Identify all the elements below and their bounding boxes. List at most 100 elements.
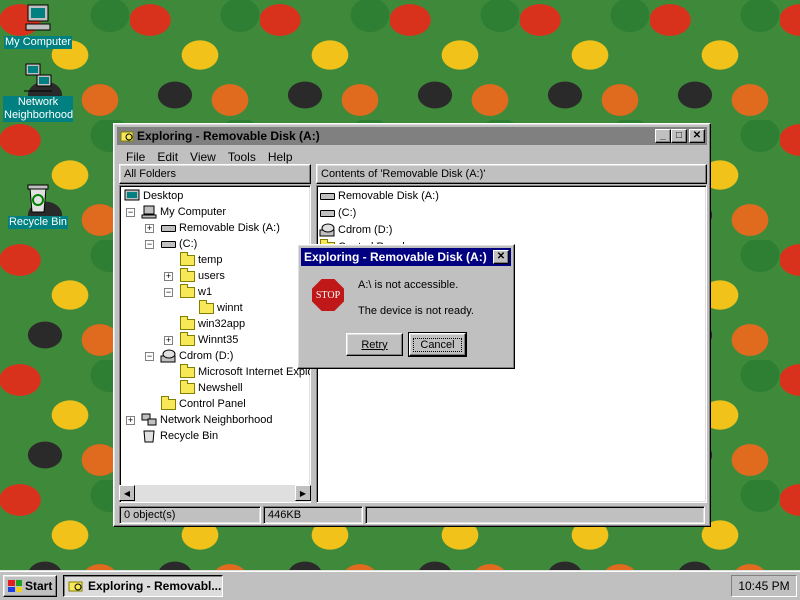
explorer-title-bar[interactable]: Exploring - Removable Disk (A:) [117,127,707,145]
desktop-icon-network-neighborhood[interactable]: Network Neighborhood [0,62,76,122]
tree-item-network[interactable]: Network Neighborhood [141,412,273,428]
close-icon[interactable]: ✕ [493,250,509,264]
tree-item-winnt[interactable]: winnt [198,299,243,316]
explorer-title: Exploring - Removable Disk (A:) [137,129,320,143]
status-object-count: 0 object(s) [119,506,261,524]
folder-icon [179,251,195,268]
desktop: My Computer Network Neighborhood Recycle… [0,0,800,570]
tree-item-label: w1 [198,286,213,298]
dialog-detail: The device is not ready. [358,305,474,317]
tree-item-label: Microsoft Internet Explo [198,366,311,378]
tree-item-label: My Computer [160,206,227,218]
tree-item-label: Recycle Bin [160,430,219,442]
taskbar-item-explorer[interactable]: Exploring - Removabl... [63,575,223,597]
content-item[interactable]: (C:) [319,205,356,221]
tree-item-control-panel[interactable]: Control Panel [160,395,246,412]
folder-tree[interactable]: Desktop − My Computer + Removable Disk (… [119,185,311,503]
maximize-icon[interactable]: □ [671,129,687,143]
dialog-message: A:\ is not accessible. [358,279,459,291]
tree-item-my-computer[interactable]: My Computer [141,204,226,220]
folder-icon [179,379,195,396]
desktop-icon-label: Network Neighborhood [3,96,74,122]
cdrom-icon [160,348,176,364]
explorer-app-icon [120,129,134,143]
computer-icon [141,204,157,220]
tree-item-cdrom[interactable]: Cdrom (D:) [160,348,233,364]
tree-item-desktop[interactable]: Desktop [124,188,183,204]
tree-item-label: Desktop [143,190,184,202]
control-panel-icon [160,395,176,412]
desktop-icon [124,188,140,204]
status-empty [365,506,705,524]
desktop-icon-recycle-bin[interactable]: Recycle Bin [0,182,76,229]
tree-item-label: temp [198,254,223,266]
computer-icon [22,2,54,34]
dialog-title-bar[interactable]: Exploring - Removable Disk (A:) [301,248,511,266]
cancel-button-label: Cancel [413,337,462,352]
network-icon [22,62,54,94]
window-controls: _ □ ✕ [655,129,705,143]
collapse-icon[interactable]: − [145,352,154,361]
hard-drive-icon [319,205,335,221]
tree-item-win32app[interactable]: win32app [179,315,246,332]
tree-item-label: win32app [198,318,246,330]
tree-item-recycle-bin[interactable]: Recycle Bin [141,428,218,444]
content-item-label: Removable Disk (A:) [338,190,439,202]
contents-label: Contents of 'Removable Disk (A:)' [321,168,486,180]
folder-icon [179,315,195,332]
folder-icon [179,363,195,380]
windows-logo-icon [8,580,22,592]
start-button[interactable]: Start [3,575,57,597]
expand-icon[interactable]: + [164,272,173,281]
minimize-icon[interactable]: _ [655,129,671,143]
tree-item-ie-folder[interactable]: Microsoft Internet Explo [179,363,311,380]
tree-item-label: Newshell [198,382,243,394]
start-label: Start [25,579,53,593]
tree-item-c-drive[interactable]: (C:) [160,236,197,252]
scroll-left-icon[interactable]: ◀ [119,485,135,501]
tree-horizontal-scrollbar[interactable]: ◀ ▶ [119,485,311,501]
collapse-icon[interactable]: − [164,288,173,297]
status-bar: 0 object(s) 446KB [119,506,705,524]
recycle-bin-icon [22,182,54,214]
dialog-title: Exploring - Removable Disk (A:) [304,250,487,264]
all-folders-header: All Folders [119,164,311,184]
contents-header: Contents of 'Removable Disk (A:)' [316,164,707,184]
tree-item-newshell[interactable]: Newshell [179,379,243,396]
expand-icon[interactable]: + [145,224,154,233]
tree-item-label: Winnt35 [198,334,239,346]
tree-item-w1[interactable]: w1 [179,283,213,300]
floppy-drive-icon [160,220,176,236]
tree-item-winnt35[interactable]: Winnt35 [179,331,239,348]
close-icon[interactable]: ✕ [689,129,705,143]
folder-icon [179,267,195,284]
collapse-icon[interactable]: − [145,240,154,249]
network-icon [141,412,157,428]
content-item-label: (C:) [338,207,357,219]
system-clock[interactable]: 10:45 PM [731,575,797,597]
tree-item-label: Cdrom (D:) [179,350,234,362]
desktop-icon-my-computer[interactable]: My Computer [0,2,76,49]
folder-icon [179,331,195,348]
tree-item-temp[interactable]: temp [179,251,223,268]
tree-item-label: winnt [217,302,243,314]
content-item-label: Cdrom (D:) [338,224,393,236]
collapse-icon[interactable]: − [126,208,135,217]
expand-icon[interactable]: + [126,416,135,425]
desktop-icon-label: Recycle Bin [7,216,69,229]
tree-item-removable-disk[interactable]: Removable Disk (A:) [160,220,280,236]
all-folders-label: All Folders [124,168,176,180]
retry-button[interactable]: Retry [346,333,403,356]
hard-drive-icon [160,236,176,252]
recycle-bin-icon [141,428,157,444]
folder-icon [198,299,214,316]
cancel-button[interactable]: Cancel [408,332,467,357]
taskbar-item-label: Exploring - Removabl... [88,579,222,593]
scroll-track[interactable] [135,485,295,501]
tree-item-users[interactable]: users [179,267,225,284]
content-item[interactable]: Cdrom (D:) [319,222,392,238]
folder-icon [179,283,195,300]
content-item[interactable]: Removable Disk (A:) [319,188,439,204]
expand-icon[interactable]: + [164,336,173,345]
scroll-right-icon[interactable]: ▶ [295,485,311,501]
